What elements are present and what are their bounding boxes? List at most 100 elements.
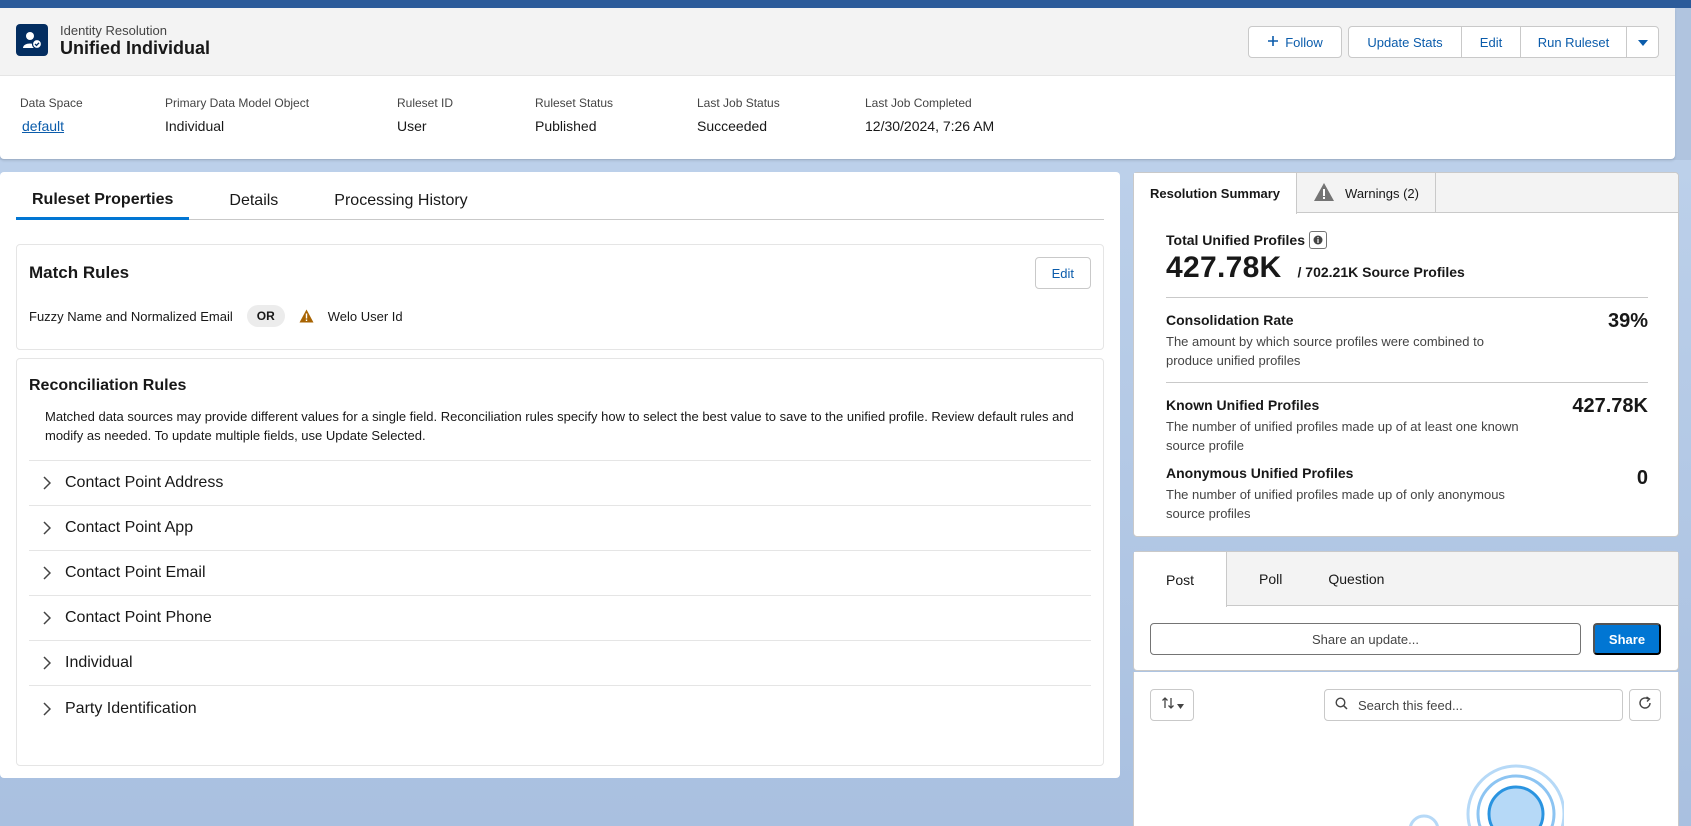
edit-button[interactable]: Edit (1461, 26, 1521, 58)
highlight-value: Published (535, 118, 597, 134)
chevron-down-icon (1637, 35, 1649, 50)
reconciliation-item-party-identification[interactable]: Party Identification (29, 686, 1091, 731)
chevron-right-icon (29, 701, 65, 716)
share-update-input[interactable]: Share an update... (1150, 623, 1581, 655)
reconciliation-item-contact-point-email[interactable]: Contact Point Email (29, 551, 1091, 596)
warnings-label: Warnings (2) (1345, 185, 1419, 201)
record-header: Identity Resolution Unified Individual F… (0, 8, 1675, 159)
reconciliation-item-label: Party Identification (65, 699, 197, 717)
total-row: 427.78K / 702.21K Source Profiles (1166, 251, 1648, 285)
action-button-group: Update Stats Edit Run Ruleset (1348, 26, 1659, 58)
share-button[interactable]: Share (1593, 623, 1661, 655)
feed-search-input[interactable]: Search this feed... (1324, 689, 1623, 721)
empty-feed-illustration (1384, 742, 1566, 826)
object-type-label: Identity Resolution (60, 23, 167, 38)
identity-resolution-icon (16, 24, 48, 56)
source-profiles: / 702.21K Source Profiles (1297, 264, 1465, 280)
known-profiles-section: Known Unified Profiles The number of uni… (1166, 382, 1648, 455)
section-description: The amount by which source profiles were… (1166, 334, 1484, 368)
reconciliation-rules-card: Reconciliation Rules Matched data source… (16, 358, 1104, 766)
header-actions: Follow Update Stats Edit Run Ruleset (1248, 26, 1659, 58)
sort-button[interactable] (1150, 689, 1194, 721)
consolidation-rate-section: Consolidation Rate The amount by which s… (1166, 297, 1648, 370)
section-title: Anonymous Unified Profiles (1166, 465, 1354, 481)
tab-resolution-summary[interactable]: Resolution Summary (1134, 173, 1298, 214)
search-icon (1335, 697, 1348, 713)
tab-details[interactable]: Details (213, 182, 294, 220)
info-icon[interactable] (1308, 231, 1327, 249)
refresh-icon (1638, 695, 1652, 715)
reconciliation-rules-title: Reconciliation Rules (29, 377, 187, 394)
update-stats-button[interactable]: Update Stats (1348, 26, 1462, 58)
reconciliation-item-label: Contact Point Email (65, 564, 206, 581)
highlight-ruleset-id: Ruleset ID User (397, 96, 453, 134)
summary-tabs: Resolution Summary Warnings (2) (1134, 173, 1678, 214)
run-ruleset-button[interactable]: Run Ruleset (1520, 26, 1627, 58)
total-label: Total Unified Profiles (1166, 232, 1305, 248)
highlight-label: Primary Data Model Object (165, 96, 310, 110)
sort-icon (1161, 696, 1175, 715)
chevron-right-icon (29, 611, 65, 625)
refresh-button[interactable] (1629, 689, 1661, 721)
match-rule-2: Welo User Id (327, 308, 403, 324)
reconciliation-item-individual[interactable]: Individual (29, 641, 1091, 686)
chevron-right-icon (29, 656, 65, 670)
warning-icon (1313, 182, 1335, 205)
highlight-primary-object: Primary Data Model Object Individual (165, 96, 309, 134)
total-unified-profiles: Total Unified Profiles (1166, 231, 1648, 249)
highlight-value: Individual (165, 118, 225, 134)
reconciliation-item-label: Contact Point App (65, 519, 194, 536)
plus-icon (1267, 35, 1279, 50)
reconciliation-item-contact-point-app[interactable]: Contact Point App (29, 506, 1091, 551)
reconciliation-item-label: Individual (65, 654, 133, 671)
chatter-publisher: Post Poll Question Share an update... Sh… (1133, 551, 1679, 671)
feed-area: Search this feed... (1133, 672, 1679, 826)
tab-question[interactable]: Question (1298, 552, 1400, 605)
section-description: The number of unified profiles made up o… (1166, 419, 1519, 453)
highlight-ruleset-status: Ruleset Status Published (535, 96, 613, 134)
match-rules-title: Match Rules (29, 263, 130, 282)
highlight-label: Last Job Completed (865, 96, 972, 110)
main-tabs: Ruleset Properties Details Processing Hi… (16, 182, 1104, 220)
highlight-label: Ruleset ID (397, 96, 454, 110)
ruleset-main-card: Ruleset Properties Details Processing Hi… (0, 172, 1120, 778)
highlight-last-job-completed: Last Job Completed 12/30/2024, 7:26 AM (865, 96, 994, 134)
reconciliation-item-contact-point-phone[interactable]: Contact Point Phone (29, 596, 1091, 641)
chevron-right-icon (29, 476, 65, 490)
reconciliation-description: Matched data sources may provide differe… (45, 409, 1074, 443)
tab-poll[interactable]: Poll (1227, 552, 1298, 605)
caret-down-icon (1176, 696, 1184, 714)
follow-button[interactable]: Follow (1248, 26, 1342, 58)
match-rules-edit-button[interactable]: Edit (1034, 257, 1091, 289)
resolution-summary-card: Resolution Summary Warnings (2) Total Un… (1133, 172, 1679, 537)
highlight-value: 12/30/2024, 7:26 AM (865, 118, 995, 134)
match-rule-1: Fuzzy Name and Normalized Email (29, 308, 233, 324)
publisher-tabs: Post Poll Question (1134, 552, 1678, 607)
chevron-right-icon (29, 521, 65, 535)
anonymous-profiles-section: Anonymous Unified Profiles The number of… (1166, 455, 1648, 523)
consolidation-rate-value: 39% (1607, 310, 1648, 332)
reconciliation-item-contact-point-address[interactable]: Contact Point Address (29, 461, 1091, 506)
section-title: Consolidation Rate (1166, 312, 1294, 328)
tab-post[interactable]: Post (1134, 552, 1228, 607)
more-actions-button[interactable] (1626, 26, 1659, 58)
highlight-label: Ruleset Status (535, 96, 614, 110)
tab-warnings[interactable]: Warnings (2) (1297, 173, 1436, 213)
tab-processing-history[interactable]: Processing History (318, 182, 483, 220)
summary-body: Total Unified Profiles 427.78K / 702.21K… (1166, 213, 1648, 523)
page-title: Unified Individual (60, 38, 211, 58)
follow-label: Follow (1285, 34, 1323, 50)
tab-ruleset-properties[interactable]: Ruleset Properties (16, 182, 190, 220)
warning-icon (299, 309, 314, 323)
section-description: The number of unified profiles made up o… (1166, 487, 1505, 521)
highlight-value: Succeeded (697, 118, 768, 134)
known-profiles-value: 427.78K (1572, 395, 1648, 417)
highlights-panel: Data Space default Primary Data Model Ob… (0, 76, 1675, 159)
highlight-label: Last Job Status (697, 96, 780, 110)
match-rules-card: Match Rules Edit Fuzzy Name and Normaliz… (16, 244, 1104, 350)
anonymous-profiles-value: 0 (1636, 467, 1648, 489)
data-space-link[interactable]: default (22, 118, 83, 134)
highlight-label: Data Space (20, 96, 83, 110)
header-top: Identity Resolution Unified Individual F… (0, 8, 1675, 76)
reconciliation-item-label: Contact Point Phone (65, 609, 212, 626)
